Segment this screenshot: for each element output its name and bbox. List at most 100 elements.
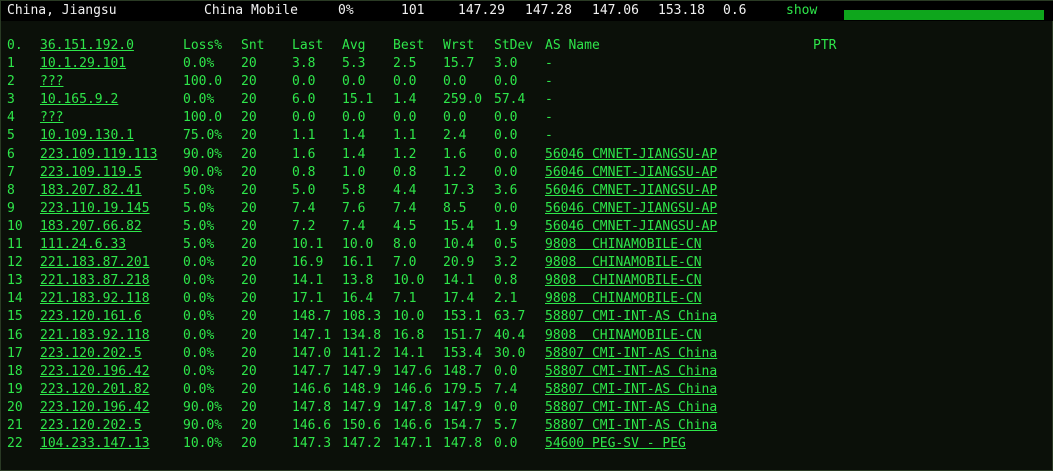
cell-stdev: 0.0 [494, 128, 518, 144]
cell-host[interactable]: ??? [40, 74, 63, 89]
cell-avg: 1.4 [342, 146, 366, 162]
table-row: 3 10.165.9.2 0.0% 20 6.0 15.1 1.4 259.0 57.4 - [7, 92, 1047, 110]
cell-hop: 5 [7, 128, 15, 144]
last-value: 147.29 [458, 3, 505, 18]
cell-host[interactable]: 10.109.130.1 [40, 128, 134, 143]
table-row: 5 10.109.130.1 75.0% 20 1.1 1.4 1.1 2.4 0.0 - [7, 128, 1047, 146]
cell-avg: 5.3 [342, 56, 366, 72]
cell-hop: 2 [7, 74, 15, 90]
col-wrst: Wrst [443, 38, 475, 53]
cell-stdev: 2.1 [494, 291, 518, 307]
cell-last: 7.2 [292, 218, 316, 234]
cell-wrst: 179.5 [443, 381, 483, 397]
cell-loss: 0.0% [183, 327, 215, 343]
cell-host[interactable]: 104.233.147.13 [40, 436, 150, 451]
cell-avg: 0.0 [342, 110, 366, 126]
cell-last: 1.6 [292, 146, 316, 162]
col-host[interactable]: 36.151.192.0 [40, 38, 134, 53]
cell-asname[interactable]: 56046 CMNET-JIANGSU-AP [545, 183, 717, 198]
cell-wrst: 147.8 [443, 436, 483, 452]
cell-snt: 20 [241, 92, 257, 108]
cell-hop: 20 [7, 399, 23, 415]
cell-best: 7.4 [393, 200, 417, 216]
cell-host[interactable]: 223.120.202.5 [40, 418, 142, 433]
cell-best: 7.0 [393, 255, 417, 271]
cell-best: 147.6 [393, 363, 433, 379]
cell-stdev: 0.0 [494, 110, 518, 126]
cell-host[interactable]: 221.183.87.201 [40, 255, 150, 270]
col-stdev: StDev [494, 38, 534, 53]
isp-label: China Mobile [204, 3, 298, 18]
cell-host[interactable]: 221.183.87.218 [40, 273, 150, 288]
cell-host[interactable]: 223.120.196.42 [40, 364, 150, 379]
cell-host[interactable]: 223.120.196.42 [40, 400, 150, 415]
show-link[interactable]: show [786, 3, 817, 18]
cell-last: 146.6 [292, 381, 332, 397]
col-loss: Loss% [183, 38, 223, 53]
cell-avg: 150.6 [342, 417, 382, 433]
cell-host[interactable]: 111.24.6.33 [40, 237, 126, 252]
cell-avg: 16.1 [342, 255, 374, 271]
cell-loss: 75.0% [183, 128, 223, 144]
cell-loss: 90.0% [183, 417, 223, 433]
stdev-value: 0.6 [723, 3, 747, 18]
cell-host[interactable]: 10.165.9.2 [40, 92, 118, 107]
cell-host[interactable]: 223.110.19.145 [40, 201, 150, 216]
cell-last: 147.8 [292, 399, 332, 415]
table-row: 18 223.120.196.42 0.0% 20 147.7 147.9 147.6 148… [7, 364, 1047, 382]
cell-host[interactable]: 223.120.161.6 [40, 309, 142, 324]
best-value: 147.06 [592, 3, 639, 18]
cell-best: 16.8 [393, 327, 425, 343]
cell-hop: 22 [7, 436, 23, 452]
table-row: 13 221.183.87.218 0.0% 20 14.1 13.8 10.0 14.1 0.… [7, 273, 1047, 291]
cell-host[interactable]: 183.207.82.41 [40, 183, 142, 198]
cell-last: 0.0 [292, 110, 316, 126]
cell-wrst: 15.4 [443, 218, 475, 234]
cell-asname[interactable]: 9808 CHINAMOBILE-CN [545, 237, 702, 252]
cell-host[interactable]: 221.183.92.118 [40, 328, 150, 343]
cell-asname[interactable]: 58807 CMI-INT-AS China [545, 364, 717, 379]
cell-wrst: 1.6 [443, 146, 467, 162]
cell-asname: - [545, 74, 553, 90]
cell-host[interactable]: ??? [40, 110, 63, 125]
cell-asname[interactable]: 56046 CMNET-JIANGSU-AP [545, 147, 717, 162]
cell-snt: 20 [241, 237, 257, 253]
cell-wrst: 148.7 [443, 363, 483, 379]
cell-asname[interactable]: 58807 CMI-INT-AS China [545, 309, 717, 324]
cell-avg: 108.3 [342, 309, 382, 325]
cell-asname[interactable]: 9808 CHINAMOBILE-CN [545, 291, 702, 306]
cell-stdev: 30.0 [494, 345, 526, 361]
cell-best: 10.0 [393, 273, 425, 289]
cell-snt: 20 [241, 56, 257, 72]
cell-host[interactable]: 221.183.92.118 [40, 291, 150, 306]
cell-stdev: 57.4 [494, 92, 526, 108]
cell-asname[interactable]: 9808 CHINAMOBILE-CN [545, 328, 702, 343]
cell-asname[interactable]: 58807 CMI-INT-AS China [545, 382, 717, 397]
cell-asname: - [545, 110, 553, 126]
cell-best: 146.6 [393, 417, 433, 433]
cell-asname[interactable]: 9808 CHINAMOBILE-CN [545, 255, 702, 270]
cell-snt: 20 [241, 436, 257, 452]
cell-best: 4.4 [393, 182, 417, 198]
cell-host[interactable]: 223.120.202.5 [40, 346, 142, 361]
cell-asname[interactable]: 58807 CMI-INT-AS China [545, 418, 717, 433]
cell-stdev: 3.6 [494, 182, 518, 198]
cell-asname: - [545, 56, 553, 72]
cell-asname[interactable]: 58807 CMI-INT-AS China [545, 400, 717, 415]
cell-asname[interactable]: 56046 CMNET-JIANGSU-AP [545, 165, 717, 180]
cell-host[interactable]: 223.120.201.82 [40, 382, 150, 397]
cell-asname[interactable]: 54600 PEG-SV - PEG [545, 436, 686, 451]
cell-asname[interactable]: 56046 CMNET-JIANGSU-AP [545, 201, 717, 216]
cell-snt: 20 [241, 200, 257, 216]
cell-host[interactable]: 10.1.29.101 [40, 56, 126, 71]
cell-host[interactable]: 223.109.119.5 [40, 165, 142, 180]
cell-best: 14.1 [393, 345, 425, 361]
cell-asname[interactable]: 56046 CMNET-JIANGSU-AP [545, 219, 717, 234]
cell-avg: 10.0 [342, 237, 374, 253]
cell-asname[interactable]: 9808 CHINAMOBILE-CN [545, 273, 702, 288]
cell-asname[interactable]: 58807 CMI-INT-AS China [545, 346, 717, 361]
table-row: 7 223.109.119.5 90.0% 20 0.8 1.0 0.8 1.2 0.0 5604… [7, 165, 1047, 183]
cell-host[interactable]: 223.109.119.113 [40, 147, 157, 162]
cell-host[interactable]: 183.207.66.82 [40, 219, 142, 234]
cell-wrst: 259.0 [443, 92, 483, 108]
